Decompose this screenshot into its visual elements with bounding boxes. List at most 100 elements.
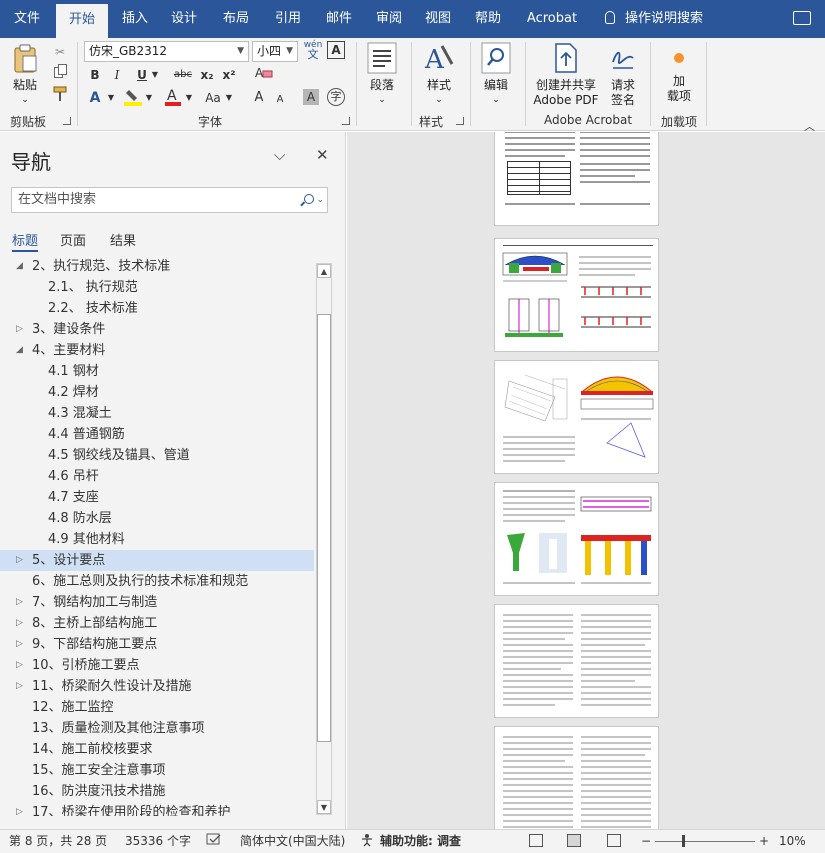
chevron-down-icon[interactable]: ⌵ <box>274 146 285 164</box>
font-dialog-launcher[interactable] <box>342 117 350 125</box>
page-thumbnail[interactable] <box>494 360 659 474</box>
heading-item[interactable]: ◢ 4、主要材料 <box>0 340 314 361</box>
heading-item[interactable]: 12、施工监控 <box>0 697 314 718</box>
ribbon-tab[interactable]: 插入 <box>112 0 158 38</box>
zoom-in-button[interactable]: + <box>759 830 769 852</box>
accessibility-status[interactable]: 辅助功能: 调查 <box>380 830 461 852</box>
scroll-down-icon[interactable]: ▼ <box>317 800 331 814</box>
superscript-button[interactable]: x² <box>220 65 238 85</box>
phonetic-guide-button[interactable]: wén 文 <box>303 40 323 60</box>
comments-icon[interactable] <box>793 11 811 25</box>
ribbon-tab[interactable]: 文件 <box>4 0 50 38</box>
ribbon-tab[interactable]: 视图 <box>416 0 460 38</box>
page-count[interactable]: 第 8 页，共 28 页 <box>9 830 107 852</box>
chevron-down-icon[interactable]: ▼ <box>224 88 234 108</box>
clear-formatting-icon[interactable]: A <box>252 65 276 85</box>
highlight-color-button[interactable] <box>122 88 144 108</box>
heading-item[interactable]: 4.4 普通钢筋 <box>0 424 314 445</box>
italic-button[interactable]: I <box>108 65 126 85</box>
heading-item[interactable]: 4.1 钢材 <box>0 361 314 382</box>
zoom-out-button[interactable]: − <box>641 830 651 852</box>
ribbon-tab[interactable]: 布局 <box>214 0 258 38</box>
heading-item[interactable]: 4.6 吊杆 <box>0 466 314 487</box>
heading-item[interactable]: ▷ 5、设计要点 <box>0 550 314 571</box>
copy-icon[interactable] <box>52 64 68 84</box>
format-painter-icon[interactable] <box>52 86 68 106</box>
ribbon-tab[interactable]: 引用 <box>266 0 310 38</box>
scroll-up-icon[interactable]: ▲ <box>317 264 331 278</box>
language[interactable]: 简体中文(中国大陆) <box>240 830 345 852</box>
proofing-icon[interactable] <box>206 830 222 852</box>
nav-scrollbar[interactable]: ▲ ▼ <box>316 263 332 815</box>
request-signature-button[interactable]: 请求 签名 <box>604 42 642 108</box>
collapsed-triangle-icon[interactable]: ▷ <box>16 592 23 613</box>
heading-item[interactable]: 15、施工安全注意事项 <box>0 760 314 781</box>
search-icon[interactable] <box>304 194 314 204</box>
zoom-slider[interactable] <box>655 841 755 842</box>
clipboard-dialog-launcher[interactable] <box>63 117 71 125</box>
heading-item[interactable]: ▷ 10、引桥施工要点 <box>0 655 314 676</box>
heading-item[interactable]: 4.5 钢绞线及锚具、管道 <box>0 445 314 466</box>
subscript-button[interactable]: x₂ <box>198 65 216 85</box>
chevron-down-icon[interactable]: ⌄ <box>316 188 324 212</box>
heading-item[interactable]: 4.2 焊材 <box>0 382 314 403</box>
font-size-combo[interactable]: 小四 ▼ <box>252 41 298 62</box>
page-thumbnail[interactable] <box>494 132 659 226</box>
collapsed-triangle-icon[interactable]: ▷ <box>16 613 23 634</box>
collapsed-triangle-icon[interactable]: ▷ <box>16 802 23 816</box>
zoom-level[interactable]: 10% <box>779 830 806 852</box>
heading-item[interactable]: 4.7 支座 <box>0 487 314 508</box>
chevron-down-icon[interactable]: ▼ <box>106 88 116 108</box>
heading-item[interactable]: 4.9 其他材料 <box>0 529 314 550</box>
word-count[interactable]: 35336 个字 <box>125 830 191 852</box>
document-area[interactable] <box>347 132 825 829</box>
heading-item[interactable]: ▷ 9、下部结构施工要点 <box>0 634 314 655</box>
font-name-combo[interactable]: 仿宋_GB2312 ▼ <box>84 41 249 62</box>
collapsed-triangle-icon[interactable]: ▷ <box>16 319 23 340</box>
create-share-pdf-button[interactable]: 创建并共享 Adobe PDF <box>530 42 602 108</box>
underline-button[interactable]: U <box>134 65 150 85</box>
heading-item[interactable]: ◢ 2、执行规范、技术标准 <box>0 256 314 277</box>
addins-button[interactable]: 加 载项 <box>660 46 698 104</box>
shrink-font-button[interactable]: A <box>272 90 288 110</box>
tab-headings[interactable]: 标题 <box>12 230 39 252</box>
ribbon-tab[interactable]: 开始 <box>56 4 108 38</box>
styles-button[interactable]: A 样式 ⌄ <box>418 42 460 108</box>
paragraph-button[interactable]: 段落 ⌄ <box>363 42 401 108</box>
paste-button[interactable]: 粘贴 ⌄ <box>8 44 42 108</box>
tab-pages[interactable]: 页面 <box>60 230 86 252</box>
zoom-slider-thumb[interactable] <box>682 835 685 847</box>
accessibility-icon[interactable] <box>360 830 376 852</box>
collapsed-triangle-icon[interactable]: ▷ <box>16 676 23 697</box>
heading-item[interactable]: ▷ 8、主桥上部结构施工 <box>0 613 314 634</box>
tab-results[interactable]: 结果 <box>110 230 136 252</box>
page-thumbnail[interactable] <box>494 238 659 352</box>
collapsed-triangle-icon[interactable]: ▷ <box>16 550 23 571</box>
print-layout-icon[interactable] <box>567 834 581 847</box>
styles-dialog-launcher[interactable] <box>456 117 464 125</box>
heading-item[interactable]: 2.1、 执行规范 <box>0 277 314 298</box>
bold-button[interactable]: B <box>86 65 104 85</box>
web-layout-icon[interactable] <box>607 834 621 847</box>
change-case-button[interactable]: Aa <box>202 88 224 108</box>
chevron-down-icon[interactable]: ▼ <box>184 88 194 108</box>
scrollbar-thumb[interactable] <box>317 314 331 742</box>
ribbon-tab[interactable]: 设计 <box>162 0 206 38</box>
heading-item[interactable]: 4.3 混凝土 <box>0 403 314 424</box>
heading-item[interactable]: ▷ 7、钢结构加工与制造 <box>0 592 314 613</box>
enclose-characters-button[interactable]: 字 <box>327 88 345 106</box>
search-input[interactable]: 在文档中搜索 ⌄ <box>11 187 328 213</box>
character-shading-button[interactable]: A <box>303 89 319 105</box>
grow-font-button[interactable]: A <box>250 88 268 108</box>
heading-item[interactable]: 13、质量检测及其他注意事项 <box>0 718 314 739</box>
ribbon-tab[interactable]: 邮件 <box>317 0 361 38</box>
heading-item[interactable]: ▷ 3、建设条件 <box>0 319 314 340</box>
heading-item[interactable]: 14、施工前校核要求 <box>0 739 314 760</box>
expanded-triangle-icon[interactable]: ◢ <box>16 256 23 277</box>
collapsed-triangle-icon[interactable]: ▷ <box>16 634 23 655</box>
page-thumbnail[interactable] <box>494 482 659 596</box>
heading-item[interactable]: 6、施工总则及执行的技术标准和规范 <box>0 571 314 592</box>
strikethrough-button[interactable]: abc <box>170 65 196 85</box>
ribbon-tab[interactable]: Acrobat <box>517 0 587 38</box>
close-icon[interactable]: ✕ <box>316 146 329 164</box>
